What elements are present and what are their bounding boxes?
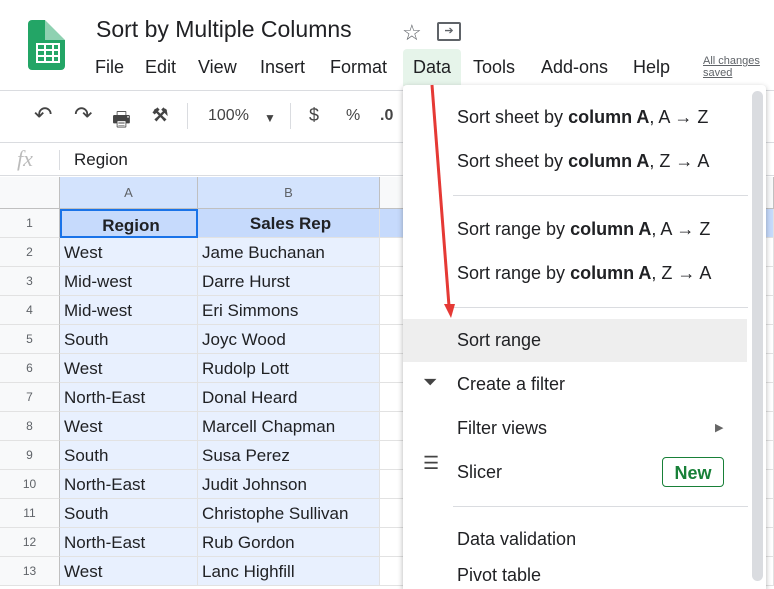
arrow-head bbox=[444, 304, 455, 318]
arrow-line bbox=[430, 84, 451, 307]
annotation-arrow bbox=[430, 84, 455, 318]
